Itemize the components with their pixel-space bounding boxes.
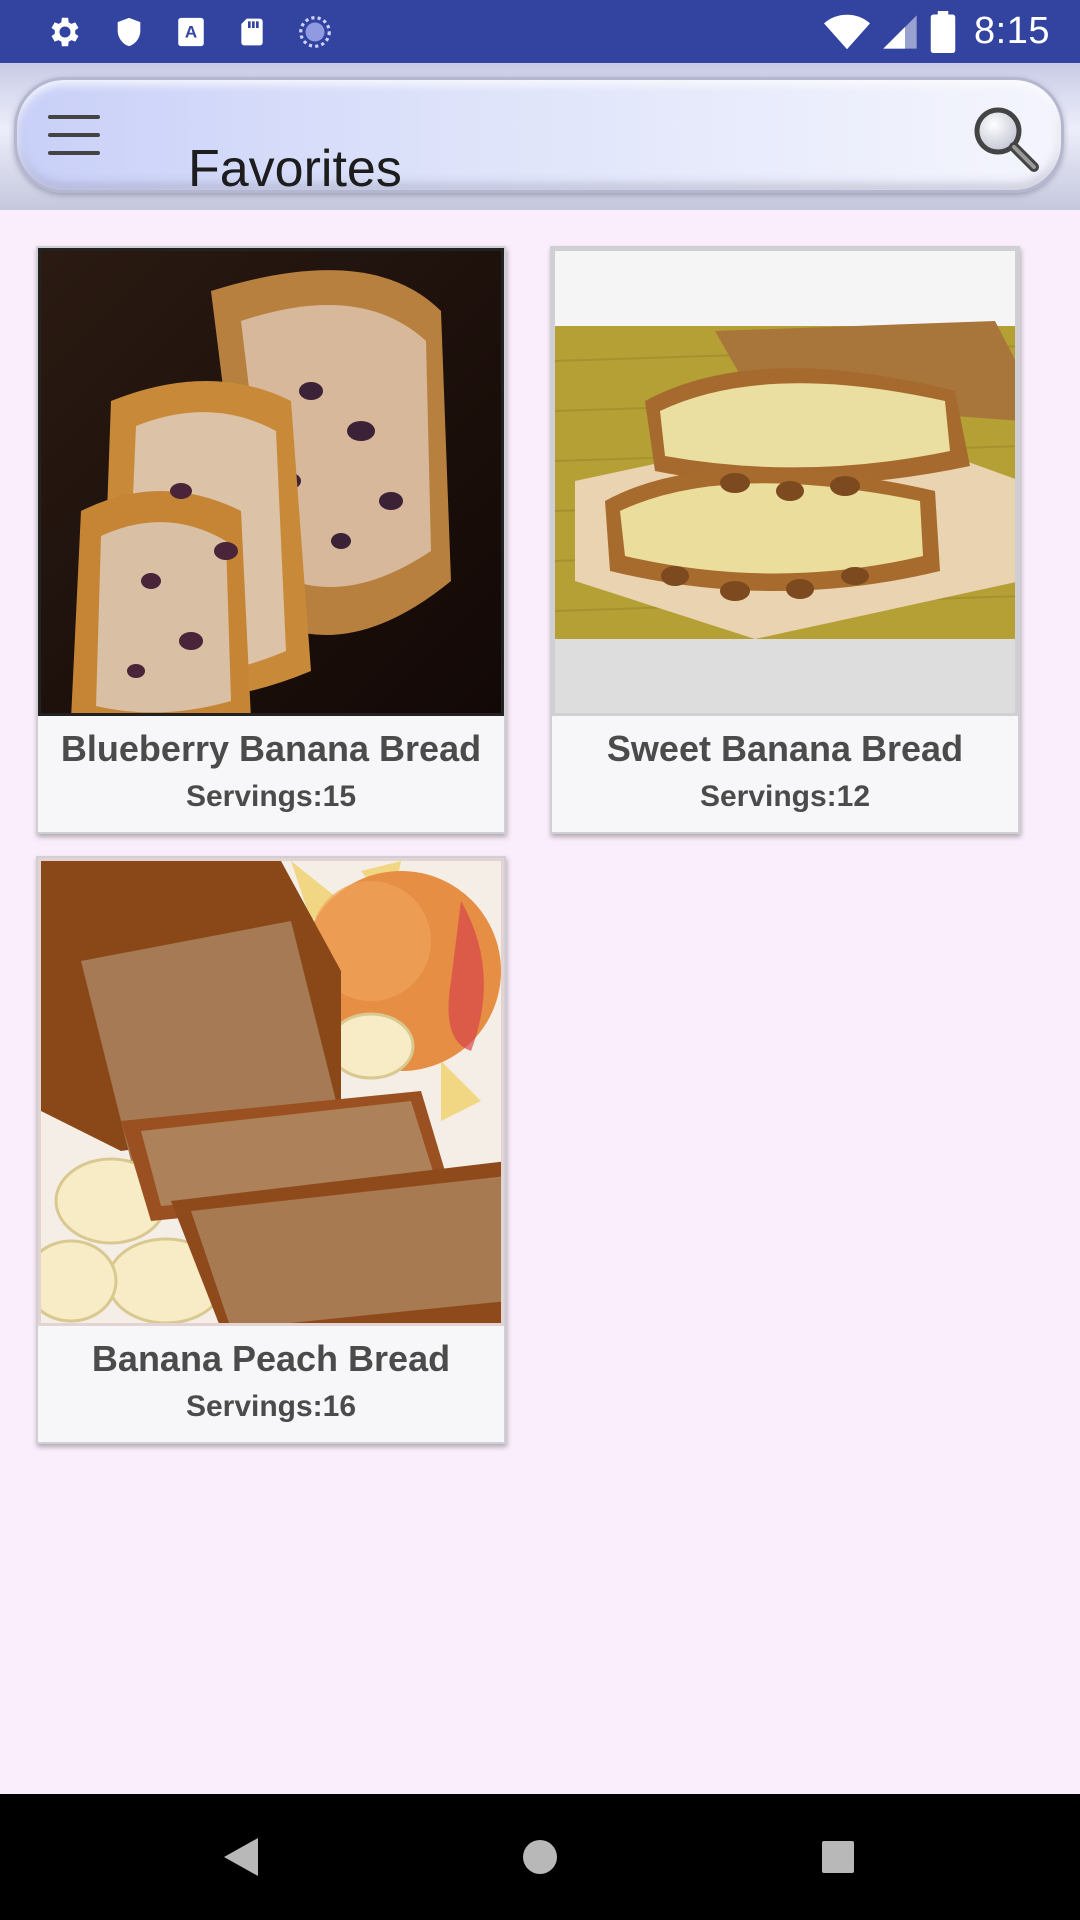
back-icon[interactable]	[222, 1836, 260, 1878]
recipe-title: Blueberry Banana Bread	[60, 728, 482, 769]
search-icon[interactable]	[970, 103, 1042, 175]
recipe-servings: Servings:16	[185, 1390, 357, 1423]
signal-icon	[883, 14, 917, 49]
navigation-bar	[0, 1794, 1080, 1920]
wifi-icon	[824, 14, 871, 49]
recipe-title: Sweet Banana Bread	[606, 728, 964, 769]
sync-circle-icon	[299, 15, 331, 48]
recipe-card[interactable]: Blueberry Banana Bread Servings:15	[36, 246, 506, 834]
status-left-icons: A	[46, 13, 362, 51]
svg-text:A: A	[185, 22, 197, 41]
recipe-card[interactable]: Banana Peach Bread Servings:16	[36, 856, 506, 1444]
status-time: 8:15	[974, 10, 1050, 52]
recipe-card[interactable]: Sweet Banana Bread Servings:12	[550, 246, 1020, 834]
recents-icon[interactable]	[821, 1840, 855, 1874]
status-bar: A 8:15	[0, 0, 1080, 63]
battery-icon	[930, 10, 956, 53]
recipe-image	[38, 858, 504, 1326]
home-icon[interactable]	[521, 1838, 559, 1876]
recipe-servings: Servings:12	[699, 780, 871, 813]
recipe-servings: Servings:15	[185, 780, 357, 813]
page-title: Favorites	[188, 140, 402, 198]
recipe-image	[38, 248, 504, 716]
recipe-image	[552, 248, 1018, 716]
shield-icon	[117, 17, 141, 46]
toolbar-pill-background	[14, 77, 1064, 193]
font-a-icon: A	[178, 17, 204, 46]
recipe-title: Banana Peach Bread	[91, 1338, 451, 1379]
toolbar: Favorites	[0, 63, 1080, 210]
sd-card-icon	[241, 18, 263, 45]
hamburger-menu-icon[interactable]	[48, 115, 100, 155]
gear-icon	[51, 17, 79, 46]
status-right-icons: 8:15	[814, 10, 1050, 53]
